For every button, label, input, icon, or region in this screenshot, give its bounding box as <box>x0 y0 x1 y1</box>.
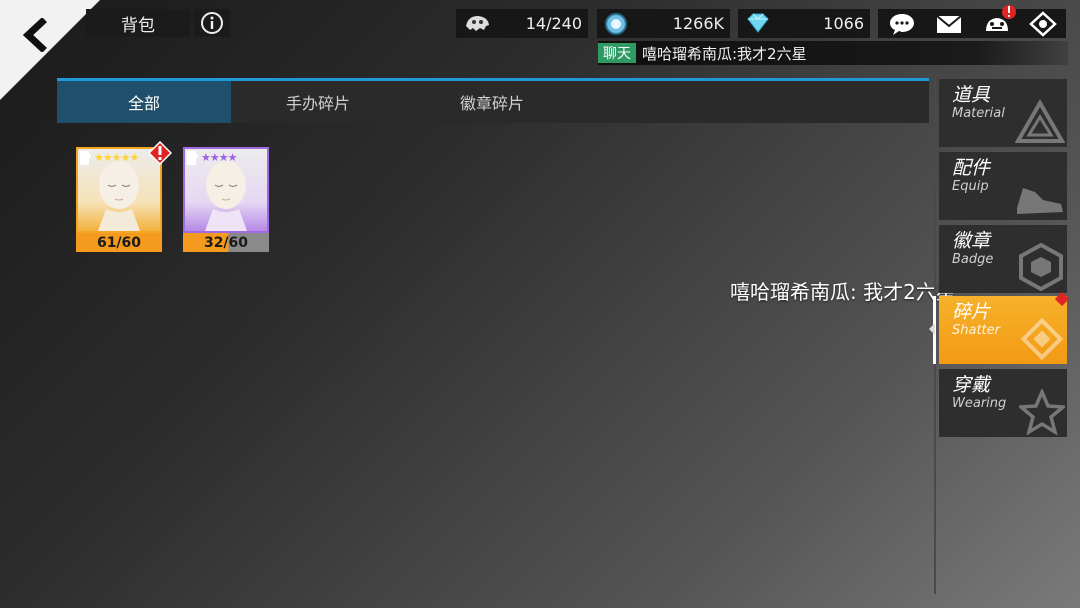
capacity-value: 14/240 <box>525 14 582 33</box>
category-equip[interactable]: 配件 Equip <box>939 152 1067 220</box>
item-count: 32/60 <box>183 233 269 252</box>
alert-icon <box>148 141 172 165</box>
active-category-arrow <box>929 323 935 335</box>
tab-label: 手办碎片 <box>285 94 350 113</box>
chat-bubble-icon[interactable] <box>887 11 917 37</box>
coin-icon <box>605 13 627 35</box>
shard-item-1[interactable]: ★★★★★ 61/60 <box>76 141 172 252</box>
floating-chat-message: 嘻哈瑠希南瓜: 我才2六星 <box>730 280 956 304</box>
star-rating: ★★★★★ <box>94 151 139 164</box>
page-title-text: 背包 <box>121 15 155 36</box>
category-material[interactable]: 道具 Material <box>939 79 1067 147</box>
triangle-icon <box>1015 99 1065 143</box>
top-icon-bar <box>878 4 1066 39</box>
tab-label: 全部 <box>127 94 160 113</box>
info-button[interactable] <box>194 9 230 37</box>
category-badge[interactable]: 徽章 Badge <box>939 225 1067 293</box>
chat-message: 嘻哈瑠希南瓜:我才2六星 <box>642 44 807 63</box>
chat-bar[interactable]: 聊天 嘻哈瑠希南瓜:我才2六星 <box>598 41 1068 65</box>
gems-resource: 1066 <box>738 9 870 38</box>
shoe-icon <box>1017 188 1063 214</box>
settings-icon[interactable] <box>1029 10 1058 37</box>
alert-icon <box>1001 4 1016 19</box>
puzzle-icon <box>80 151 91 165</box>
tab-all[interactable]: 全部 <box>57 81 231 123</box>
puzzle-icon <box>187 151 198 165</box>
item-count: 61/60 <box>76 233 162 252</box>
category-wearing[interactable]: 穿戴 Wearing <box>939 369 1067 437</box>
friends-button[interactable] <box>982 4 1016 39</box>
shard-item-2[interactable]: ★★★★ 32/60 <box>183 147 269 252</box>
category-shatter[interactable]: 碎片 Shatter <box>939 296 1067 364</box>
info-icon <box>201 12 223 34</box>
coins-value: 1266K <box>672 14 724 33</box>
filter-tabs: 全部 手办碎片 徽章碎片 <box>57 81 929 123</box>
star-icon <box>1019 389 1065 435</box>
page-title: 背包 <box>86 9 190 37</box>
category-label: 配件 <box>952 157 991 179</box>
back-arrow-icon <box>22 18 47 52</box>
chat-tag: 聊天 <box>598 43 636 63</box>
hexagon-badge-icon <box>1019 243 1063 291</box>
mail-icon[interactable] <box>934 12 964 36</box>
diamond-icon <box>747 13 769 33</box>
skull-icon <box>466 16 489 31</box>
tab-figure-shards[interactable]: 手办碎片 <box>231 81 405 123</box>
item-portrait: ★★★★ <box>183 147 269 233</box>
tab-badge-shards[interactable]: 徽章碎片 <box>405 81 579 123</box>
item-count-text: 32/60 <box>203 234 249 251</box>
knot-icon <box>1020 317 1064 361</box>
star-rating: ★★★★ <box>201 151 237 164</box>
tab-label: 徽章碎片 <box>459 94 524 113</box>
coins-resource: 1266K <box>597 9 730 38</box>
capacity-resource: 14/240 <box>456 9 588 38</box>
item-count-text: 61/60 <box>96 234 142 251</box>
gems-value: 1066 <box>823 14 864 33</box>
